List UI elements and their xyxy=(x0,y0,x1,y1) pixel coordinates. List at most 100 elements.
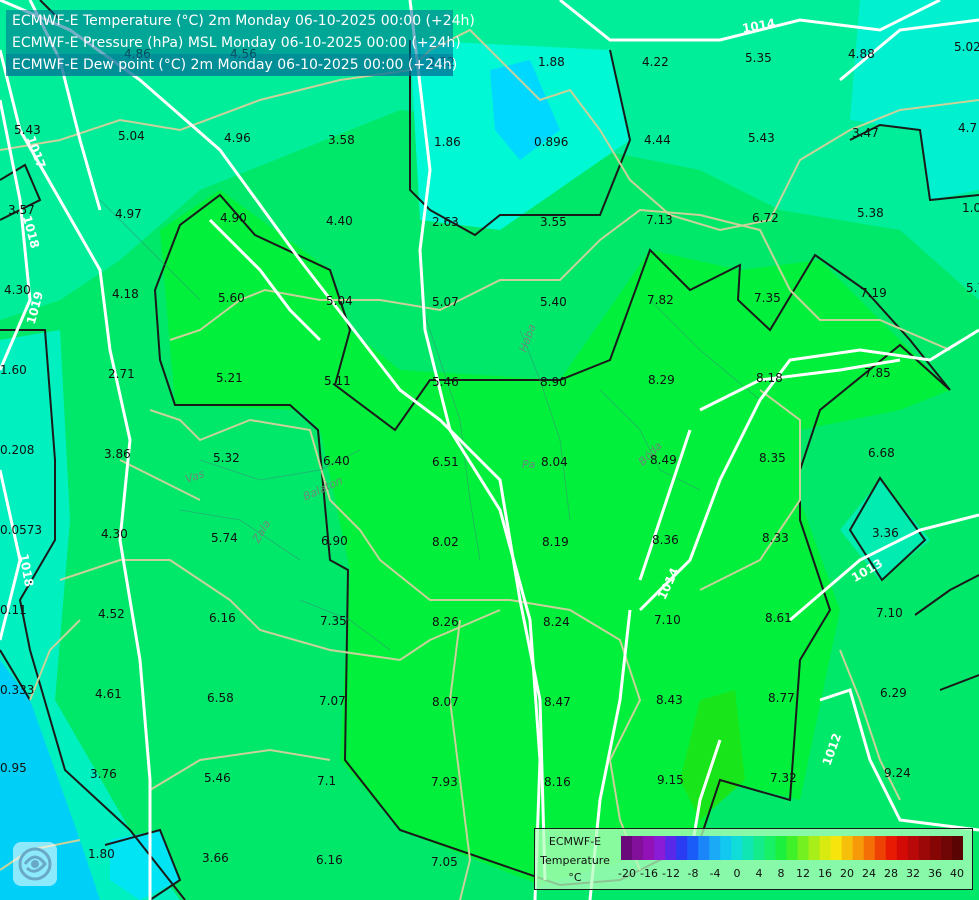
colorbar-tick-label: 36 xyxy=(928,867,942,880)
grid-value: 8.04 xyxy=(541,455,568,469)
grid-value: 4.88 xyxy=(848,47,875,61)
colorbar-swatch xyxy=(808,836,821,860)
grid-value: 7.05 xyxy=(431,855,458,869)
grid-value: 0.95 xyxy=(0,761,27,775)
grid-value: 5.02 xyxy=(954,40,979,54)
grid-value: 5.21 xyxy=(216,371,243,385)
grid-value: 3.86 xyxy=(104,447,131,461)
colorbar-model: ECMWF-E xyxy=(548,835,602,848)
grid-value: 5.11 xyxy=(324,374,351,388)
colorbar-swatch xyxy=(874,836,887,860)
grid-value: 4.96 xyxy=(224,131,251,145)
colorbar-swatch xyxy=(786,836,799,860)
colorbar-swatch xyxy=(863,836,876,860)
colorbar-tick-label: 16 xyxy=(818,867,832,880)
colorbar-swatch xyxy=(929,836,942,860)
colorbar-tick-label: 28 xyxy=(884,867,898,880)
grid-value: 7.07 xyxy=(319,694,346,708)
colorbar-swatch xyxy=(918,836,931,860)
colorbar-swatch xyxy=(731,836,743,860)
grid-value: 7.1 xyxy=(317,774,336,788)
grid-value: 5.74 xyxy=(211,531,238,545)
grid-value: 6.16 xyxy=(209,611,236,625)
grid-value: 5.32 xyxy=(213,451,240,465)
grid-value: 5.7 xyxy=(966,281,979,295)
grid-value: 4.30 xyxy=(101,527,128,541)
grid-value: 8.36 xyxy=(652,533,679,547)
river-label: Pa xyxy=(522,458,536,471)
colorbar-variable: Temperature xyxy=(540,854,610,867)
colorbar-swatch xyxy=(654,836,666,860)
colorbar-swatch xyxy=(621,836,633,860)
grid-value: 5.46 xyxy=(204,771,231,785)
grid-value: 4.40 xyxy=(326,214,353,228)
grid-value: 4.22 xyxy=(642,55,669,69)
grid-value: 1.0 xyxy=(962,201,979,215)
colorbar-tick-label: -16 xyxy=(640,867,658,880)
grid-value: 5.35 xyxy=(745,51,772,65)
grid-value: 5.40 xyxy=(540,295,567,309)
title-block: ECMWF-E Temperature (°C) 2m Monday 06-10… xyxy=(6,10,475,76)
colorbar-scale xyxy=(621,836,963,860)
grid-value: 7.10 xyxy=(654,613,681,627)
grid-value: 1.88 xyxy=(538,55,565,69)
colorbar-swatch xyxy=(709,836,721,860)
grid-value: 8.24 xyxy=(543,615,570,629)
grid-value: 4.97 xyxy=(115,207,142,221)
grid-value: 7.13 xyxy=(646,213,673,227)
grid-value: 5.43 xyxy=(14,123,41,137)
grid-value: 7.85 xyxy=(864,366,891,380)
grid-value: 4.90 xyxy=(220,211,247,225)
grid-value: 4.52 xyxy=(98,607,125,621)
grid-value: 7.93 xyxy=(431,775,458,789)
grid-value: 1.80 xyxy=(88,847,115,861)
grid-value: 9.15 xyxy=(657,773,684,787)
colorbar-tick-label: 24 xyxy=(862,867,876,880)
colorbar-tick-label: 20 xyxy=(840,867,854,880)
grid-value: 2.71 xyxy=(108,367,135,381)
grid-value: 5.04 xyxy=(326,294,353,308)
grid-value: 8.16 xyxy=(544,775,571,789)
grid-value: 3.55 xyxy=(540,215,567,229)
grid-value: 4.18 xyxy=(112,287,139,301)
colorbar-swatch xyxy=(885,836,898,860)
grid-value: 8.29 xyxy=(648,373,675,387)
grid-value: 6.29 xyxy=(880,686,907,700)
ecmwf-logo-icon xyxy=(13,842,57,886)
grid-value: 1.60 xyxy=(0,363,27,377)
colorbar-swatch xyxy=(632,836,644,860)
title-pressure: ECMWF-E Pressure (hPa) MSL Monday 06-10-… xyxy=(6,32,461,54)
grid-value: 0.896 xyxy=(534,135,568,149)
colorbar-legend: ECMWF-E Temperature °C -20 -16 -12 -8 -4 0 4 8 1… xyxy=(534,828,973,890)
colorbar-swatch xyxy=(775,836,788,860)
grid-value: 4.61 xyxy=(95,687,122,701)
colorbar-tick-label: 4 xyxy=(755,867,763,880)
colorbar-swatch xyxy=(852,836,865,860)
colorbar-tick-label: 32 xyxy=(906,867,920,880)
colorbar-swatch xyxy=(819,836,832,860)
colorbar-tick-label: 0 xyxy=(733,867,741,880)
grid-value: 5.38 xyxy=(857,206,884,220)
grid-value: 8.61 xyxy=(765,611,792,625)
colorbar-ticks: -20 -16 -12 -8 -4 0 4 8 12 16 20 24 28 32 36 40 xyxy=(618,867,967,881)
grid-value: 8.18 xyxy=(756,371,783,385)
grid-value: 7.32 xyxy=(770,771,797,785)
weather-map: 1014 1013 1014 1012 1018 1019 1018 1017 … xyxy=(0,0,979,900)
colorbar-swatch xyxy=(720,836,732,860)
colorbar-swatch xyxy=(698,836,710,860)
colorbar-swatch xyxy=(676,836,688,860)
grid-value: 3.57 xyxy=(8,203,35,217)
colorbar-swatch xyxy=(907,836,920,860)
grid-value: 5.46 xyxy=(432,375,459,389)
colorbar-swatch xyxy=(940,836,953,860)
grid-value: 7.35 xyxy=(320,614,347,628)
grid-value: 5.07 xyxy=(432,295,459,309)
grid-value: 3.66 xyxy=(202,851,229,865)
colorbar-tick-label: -8 xyxy=(687,867,699,880)
grid-value: 6.72 xyxy=(752,211,779,225)
colorbar-tick-label: -20 xyxy=(618,867,636,880)
grid-value: 6.51 xyxy=(432,455,459,469)
grid-value: 8.02 xyxy=(432,535,459,549)
grid-value: 4.44 xyxy=(644,133,671,147)
grid-value: 6.68 xyxy=(868,446,895,460)
